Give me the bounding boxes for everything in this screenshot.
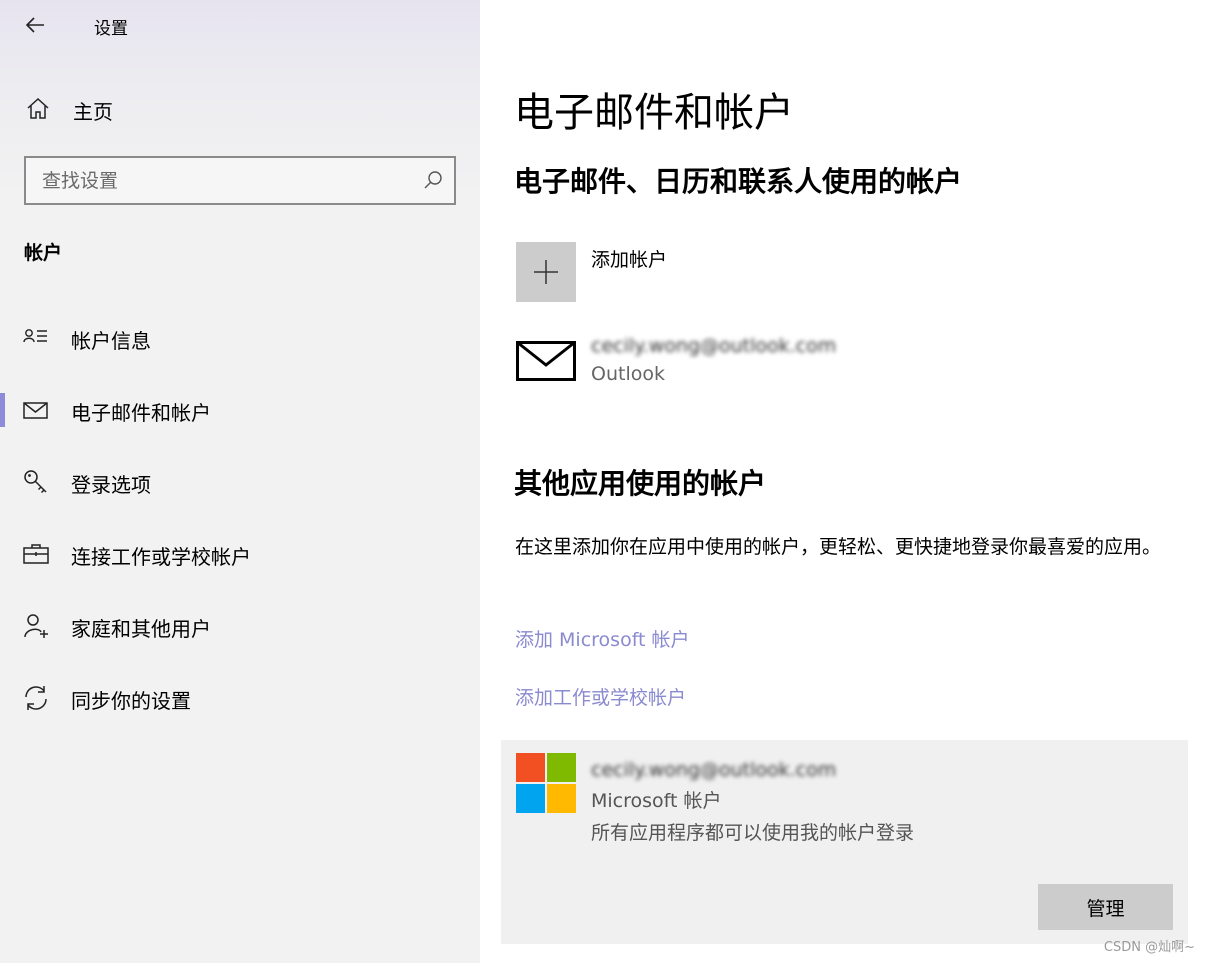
sidebar-item-sign-in-options[interactable]: 登录选项 <box>0 455 480 509</box>
section-description: 在这里添加你在应用中使用的帐户，更轻松、更快捷地登录你最喜爱的应用。 <box>515 536 1162 558</box>
account-type: Microsoft 帐户 <box>591 790 722 812</box>
account-type: Outlook <box>591 363 665 385</box>
section-title: 帐户 <box>24 242 63 264</box>
home-icon <box>27 97 49 119</box>
sidebar-item-label: 帐户信息 <box>71 329 151 353</box>
account-email: cecily.wong@outlook.com <box>591 335 837 357</box>
back-arrow-icon <box>25 17 44 33</box>
add-account-button[interactable]: 添加帐户 <box>516 242 916 302</box>
sidebar-item-label: 主页 <box>73 100 113 124</box>
sidebar-item-label: 家庭和其他用户 <box>71 617 211 641</box>
microsoft-account-card[interactable]: cecily.wong@outlook.com Microsoft 帐户 所有应… <box>501 740 1188 944</box>
search-input[interactable] <box>26 158 416 203</box>
watermark: CSDN @灿啊~ <box>1103 940 1195 955</box>
add-microsoft-account-link[interactable]: 添加 Microsoft 帐户 <box>515 625 690 652</box>
envelope-icon <box>516 341 576 381</box>
main-content: 电子邮件和帐户 电子邮件、日历和联系人使用的帐户 添加帐户 cecily.won… <box>480 0 1209 963</box>
search-icon[interactable] <box>422 169 444 191</box>
sidebar-item-label: 连接工作或学校帐户 <box>71 545 251 569</box>
section-heading-email-accounts: 电子邮件、日历和联系人使用的帐户 <box>514 165 963 198</box>
outlook-account-item[interactable]: cecily.wong@outlook.com Outlook <box>516 335 916 395</box>
add-person-icon <box>24 614 48 638</box>
add-account-label: 添加帐户 <box>591 249 668 271</box>
sync-icon <box>25 686 47 710</box>
title-bar: 设置 <box>0 0 480 50</box>
sidebar-item-label: 电子邮件和帐户 <box>71 401 211 425</box>
account-info-icon <box>23 329 47 343</box>
sidebar: 设置 主页 帐户 帐户信息 电子邮件和帐户 <box>0 0 480 963</box>
sidebar-item-label: 登录选项 <box>71 473 151 497</box>
key-icon <box>24 470 47 494</box>
sidebar-item-label: 同步你的设置 <box>71 689 191 713</box>
briefcase-icon <box>23 544 49 564</box>
add-tile <box>516 242 576 302</box>
window-title: 设置 <box>94 19 128 39</box>
plus-icon <box>534 260 558 284</box>
sidebar-item-sync[interactable]: 同步你的设置 <box>0 671 480 725</box>
search-box <box>24 156 456 205</box>
page-title: 电子邮件和帐户 <box>514 90 794 136</box>
microsoft-logo-icon <box>516 753 576 813</box>
account-email: cecily.wong@outlook.com <box>591 759 837 781</box>
sidebar-item-home[interactable]: 主页 <box>0 86 480 132</box>
sidebar-item-account-info[interactable]: 帐户信息 <box>0 311 480 365</box>
add-work-school-account-link[interactable]: 添加工作或学校帐户 <box>515 683 686 710</box>
sidebar-item-email-accounts[interactable]: 电子邮件和帐户 <box>0 383 480 437</box>
back-button[interactable] <box>22 10 52 40</box>
section-heading-other-apps: 其他应用使用的帐户 <box>514 467 767 500</box>
sidebar-item-work-school[interactable]: 连接工作或学校帐户 <box>0 527 480 581</box>
sidebar-item-family[interactable]: 家庭和其他用户 <box>0 599 480 653</box>
account-description: 所有应用程序都可以使用我的帐户登录 <box>591 822 915 844</box>
manage-button[interactable]: 管理 <box>1038 884 1173 930</box>
mail-icon <box>23 402 48 419</box>
